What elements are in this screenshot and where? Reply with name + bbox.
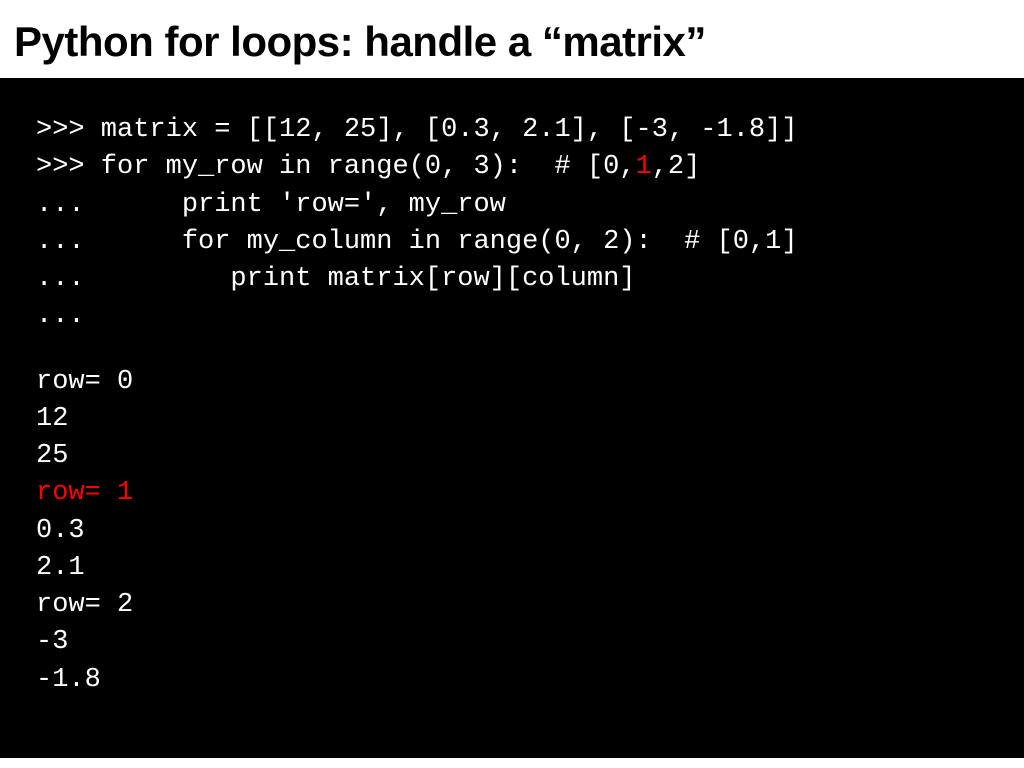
- code-line-2-highlight: 1: [636, 152, 652, 182]
- output-row-2: row= 2: [36, 590, 133, 620]
- code-line-2-part-b: ,2]: [652, 152, 701, 182]
- output-val-6: -1.8: [36, 665, 101, 695]
- code-line-5: ... print matrix[row][column]: [36, 264, 636, 294]
- code-line-6: ...: [36, 301, 85, 331]
- slide-header: Python for loops: handle a “matrix”: [0, 0, 1024, 78]
- output-row-1-highlight: row= 1: [36, 478, 133, 508]
- output-row-0: row= 0: [36, 367, 133, 397]
- output-val-4: 2.1: [36, 553, 85, 583]
- blank-line: [36, 336, 988, 364]
- code-line-2-part-a: >>> for my_row in range(0, 3): # [0,: [36, 152, 636, 182]
- slide-title: Python for loops: handle a “matrix”: [14, 18, 1010, 66]
- output-val-5: -3: [36, 627, 68, 657]
- code-line-4: ... for my_column in range(0, 2): # [0,1…: [36, 227, 798, 257]
- code-line-1: >>> matrix = [[12, 25], [0.3, 2.1], [-3,…: [36, 115, 798, 145]
- output-val-3: 0.3: [36, 516, 85, 546]
- code-line-3: ... print 'row=', my_row: [36, 190, 506, 220]
- output-val-1: 12: [36, 404, 68, 434]
- output-val-2: 25: [36, 441, 68, 471]
- terminal-block: >>> matrix = [[12, 25], [0.3, 2.1], [-3,…: [0, 78, 1024, 758]
